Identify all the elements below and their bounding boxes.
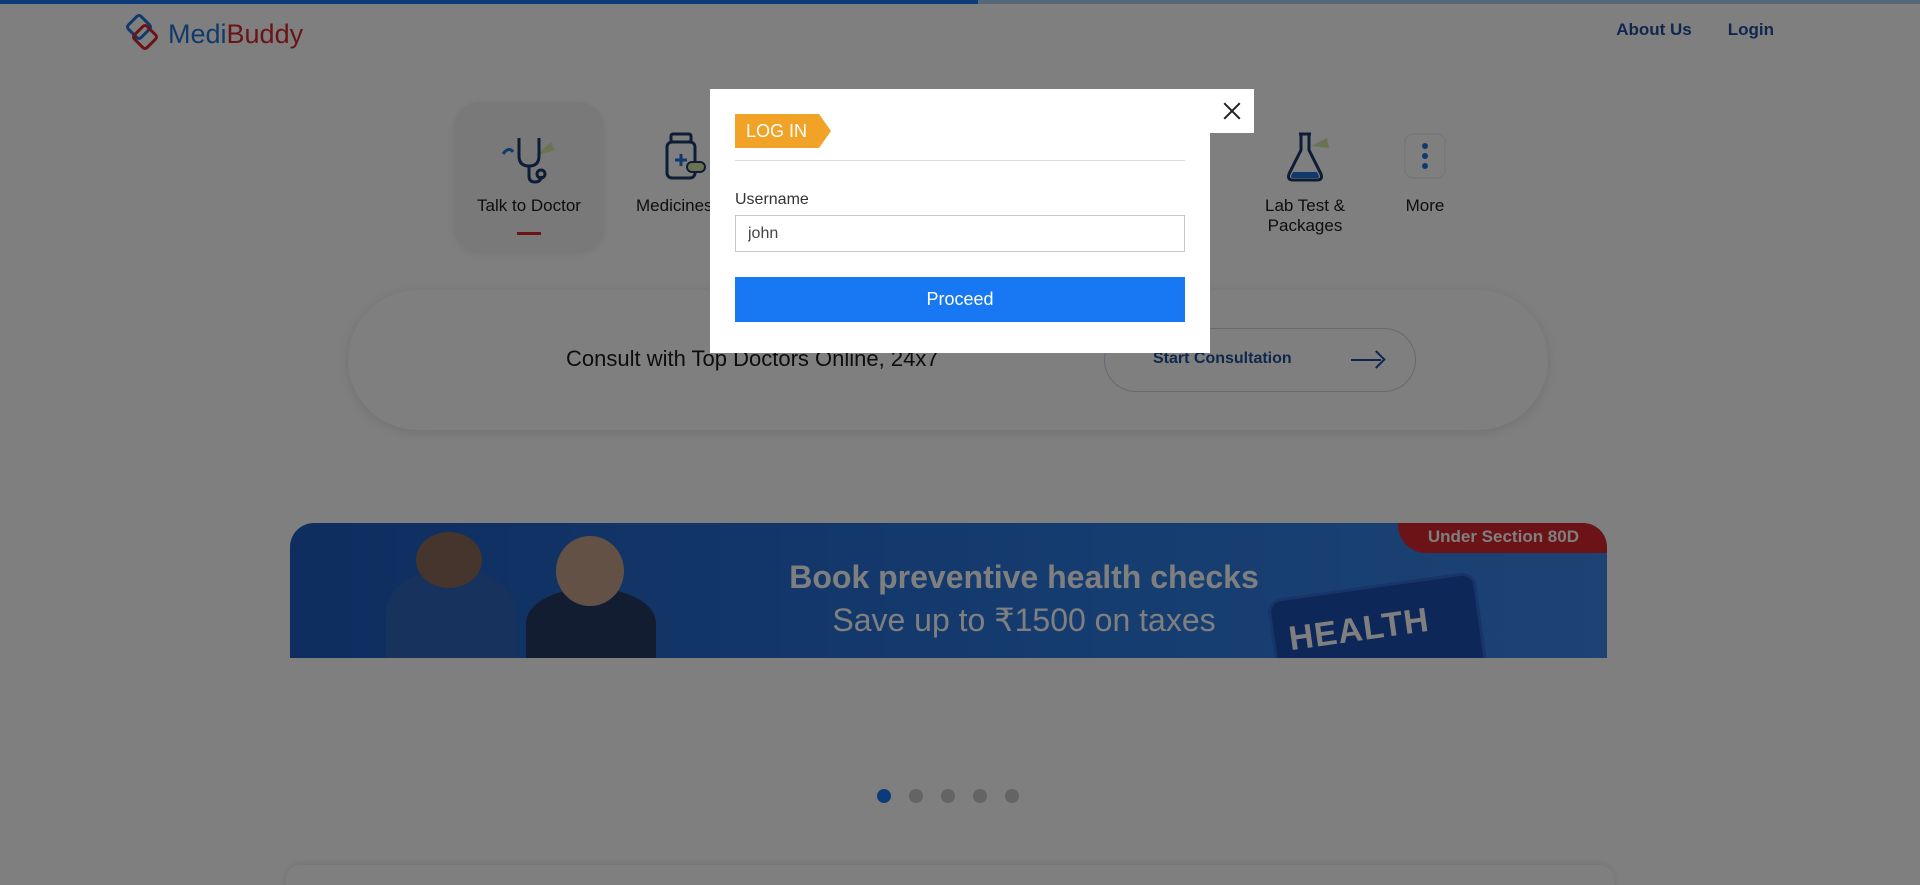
close-icon <box>1223 102 1241 120</box>
login-title-tag: LOG IN <box>735 114 832 148</box>
username-input[interactable] <box>735 215 1185 252</box>
username-label: Username <box>735 191 809 208</box>
modal-divider <box>735 160 1185 161</box>
proceed-button[interactable]: Proceed <box>735 277 1185 322</box>
close-modal-button[interactable] <box>1210 89 1254 133</box>
login-modal: LOG IN Username Proceed <box>710 89 1210 353</box>
